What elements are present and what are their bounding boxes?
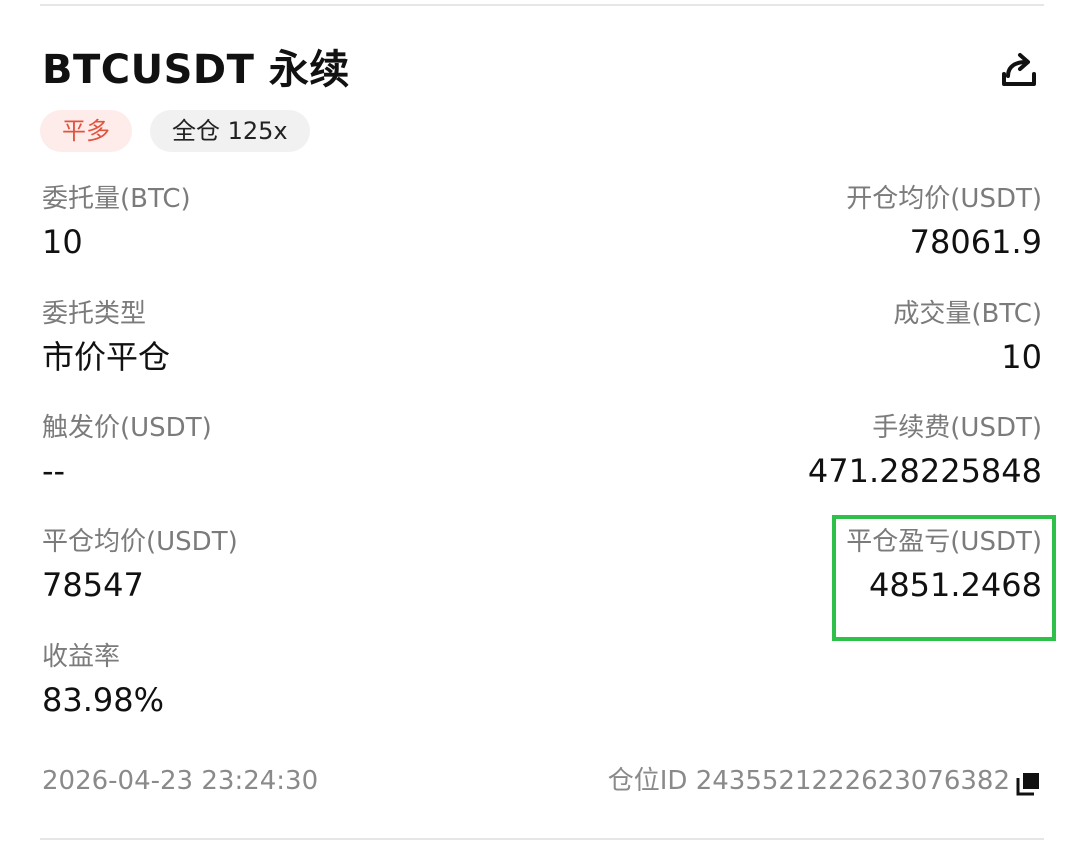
close-avg-price-label: 平仓均价(USDT) (42, 527, 238, 557)
page-title: BTCUSDT 永续 (42, 47, 350, 93)
copy-icon[interactable] (1014, 770, 1042, 798)
side-tag: 平多 (40, 110, 132, 152)
order-qty-value: 10 (42, 223, 83, 261)
fee-label: 手续费(USDT) (872, 413, 1042, 443)
open-avg-price-label: 开仓均价(USDT) (846, 184, 1042, 214)
roi-label: 收益率 (42, 642, 121, 672)
fee-value: 471.28225848 (807, 452, 1042, 490)
close-avg-price-value: 78547 (42, 566, 144, 604)
open-avg-price-value: 78061.9 (909, 223, 1042, 261)
position-id: 仓位ID 2435521222623076382 (607, 766, 1010, 796)
roi-value: 83.98% (42, 681, 165, 719)
top-divider (40, 4, 1044, 6)
order-qty-label: 委托量(BTC) (42, 184, 191, 214)
bottom-divider (40, 838, 1044, 840)
trigger-price-label: 触发价(USDT) (42, 413, 212, 443)
order-detail-card: BTCUSDT 永续 平多 全仓 125x 委托量(BTC) 10 开仓均价(U… (0, 0, 1084, 842)
trigger-price-value: -- (42, 452, 66, 490)
filled-qty-value: 10 (1001, 338, 1042, 376)
share-icon[interactable] (996, 48, 1042, 94)
order-type-label: 委托类型 (42, 299, 147, 329)
filled-qty-label: 成交量(BTC) (893, 299, 1042, 329)
pnl-highlight-box (832, 515, 1056, 641)
margin-mode-tag: 全仓 125x (150, 110, 310, 152)
order-type-value: 市价平仓 (42, 338, 171, 376)
order-timestamp: 2026-04-23 23:24:30 (42, 766, 319, 796)
